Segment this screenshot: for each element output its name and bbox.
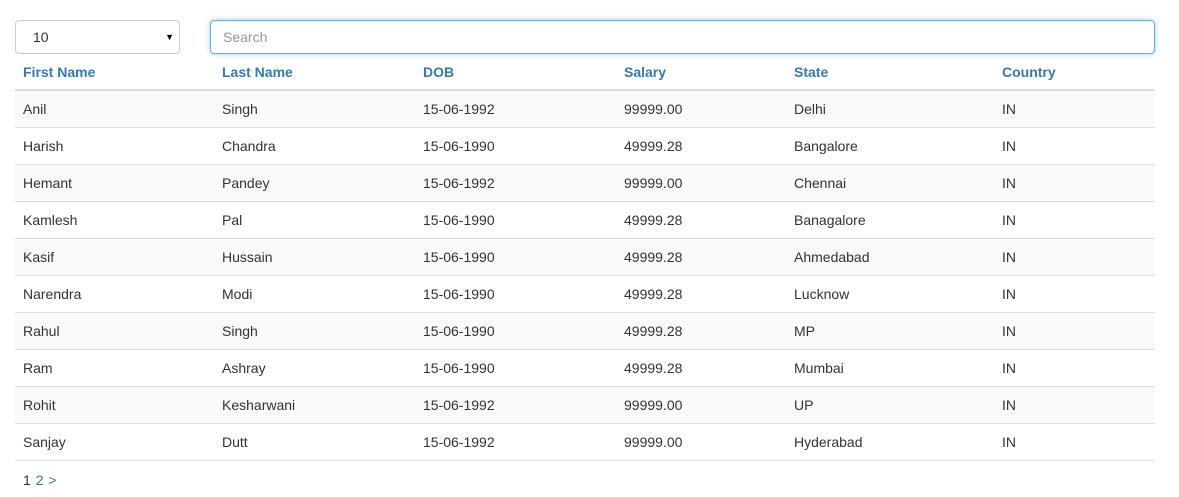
cell-first-name: Ram [15, 349, 214, 387]
cell-dob: 15-06-1990 [415, 201, 616, 239]
cell-salary: 99999.00 [616, 164, 786, 202]
cell-first-name: Sanjay [15, 423, 214, 461]
cell-country: IN [994, 127, 1155, 165]
column-header-first-name[interactable]: First Name [15, 54, 214, 91]
cell-first-name: Narendra [15, 275, 214, 313]
cell-salary: 49999.28 [616, 201, 786, 239]
cell-last-name: Kesharwani [214, 386, 415, 424]
cell-state: Chennai [786, 164, 994, 202]
cell-dob: 15-06-1992 [415, 386, 616, 424]
cell-state: Delhi [786, 89, 994, 128]
pagination: 1 2 > [23, 472, 58, 488]
cell-first-name: Rahul [15, 312, 214, 350]
cell-dob: 15-06-1990 [415, 127, 616, 165]
cell-country: IN [994, 238, 1155, 276]
page-size-value: 10 [33, 29, 49, 45]
page-size-select[interactable]: 10 ▼ [15, 20, 180, 54]
cell-country: IN [994, 386, 1155, 424]
cell-last-name: Chandra [214, 127, 415, 165]
cell-first-name: Harish [15, 127, 214, 165]
cell-first-name: Kasif [15, 238, 214, 276]
header-row: First Name Last Name DOB Salary State Co… [15, 54, 1155, 91]
cell-dob: 15-06-1990 [415, 275, 616, 313]
table-row: Narendra Modi 15-06-1990 49999.28 Luckno… [15, 275, 1155, 313]
cell-first-name: Anil [15, 89, 214, 128]
cell-state: Ahmedabad [786, 238, 994, 276]
cell-last-name: Pal [214, 201, 415, 239]
cell-salary: 99999.00 [616, 386, 786, 424]
column-header-country[interactable]: Country [994, 54, 1155, 91]
search-input[interactable] [210, 20, 1155, 54]
cell-last-name: Modi [214, 275, 415, 313]
cell-last-name: Singh [214, 312, 415, 350]
cell-state: Mumbai [786, 349, 994, 387]
table-row: Kamlesh Pal 15-06-1990 49999.28 Banagalo… [15, 201, 1155, 239]
cell-country: IN [994, 275, 1155, 313]
caret-down-icon: ▼ [165, 32, 174, 42]
next-page-link[interactable]: > [48, 472, 56, 488]
cell-last-name: Pandey [214, 164, 415, 202]
table-row: Kasif Hussain 15-06-1990 49999.28 Ahmeda… [15, 238, 1155, 276]
cell-first-name: Rohit [15, 386, 214, 424]
cell-state: Bangalore [786, 127, 994, 165]
table-row: Harish Chandra 15-06-1990 49999.28 Banga… [15, 127, 1155, 165]
cell-country: IN [994, 164, 1155, 202]
cell-salary: 49999.28 [616, 312, 786, 350]
cell-salary: 49999.28 [616, 275, 786, 313]
page-current: 1 [23, 472, 31, 488]
cell-country: IN [994, 201, 1155, 239]
cell-salary: 49999.28 [616, 238, 786, 276]
column-header-salary[interactable]: Salary [616, 54, 786, 91]
table-row: Anil Singh 15-06-1992 99999.00 Delhi IN [15, 89, 1155, 128]
cell-salary: 99999.00 [616, 89, 786, 128]
table-row: Hemant Pandey 15-06-1992 99999.00 Chenna… [15, 164, 1155, 202]
cell-salary: 49999.28 [616, 349, 786, 387]
data-grid: 10 ▼ First Name Last Name DOB Salary Sta… [15, 20, 1155, 461]
page-link-2[interactable]: 2 [36, 472, 44, 488]
cell-dob: 15-06-1992 [415, 164, 616, 202]
cell-dob: 15-06-1990 [415, 312, 616, 350]
cell-dob: 15-06-1992 [415, 423, 616, 461]
cell-state: Hyderabad [786, 423, 994, 461]
table-row: Sanjay Dutt 15-06-1992 99999.00 Hyderaba… [15, 423, 1155, 461]
cell-dob: 15-06-1990 [415, 238, 616, 276]
cell-state: Lucknow [786, 275, 994, 313]
cell-country: IN [994, 423, 1155, 461]
cell-salary: 49999.28 [616, 127, 786, 165]
column-header-state[interactable]: State [786, 54, 994, 91]
cell-country: IN [994, 312, 1155, 350]
cell-last-name: Hussain [214, 238, 415, 276]
cell-country: IN [994, 349, 1155, 387]
cell-country: IN [994, 89, 1155, 128]
employee-table: First Name Last Name DOB Salary State Co… [15, 54, 1155, 461]
cell-last-name: Ashray [214, 349, 415, 387]
cell-state: Banagalore [786, 201, 994, 239]
cell-last-name: Singh [214, 89, 415, 128]
cell-first-name: Kamlesh [15, 201, 214, 239]
table-row: Ram Ashray 15-06-1990 49999.28 Mumbai IN [15, 349, 1155, 387]
cell-dob: 15-06-1992 [415, 89, 616, 128]
cell-dob: 15-06-1990 [415, 349, 616, 387]
grid-controls: 10 ▼ [15, 20, 1155, 54]
cell-first-name: Hemant [15, 164, 214, 202]
cell-last-name: Dutt [214, 423, 415, 461]
table-row: Rohit Kesharwani 15-06-1992 99999.00 UP … [15, 386, 1155, 424]
column-header-dob[interactable]: DOB [415, 54, 616, 91]
cell-state: UP [786, 386, 994, 424]
cell-salary: 99999.00 [616, 423, 786, 461]
column-header-last-name[interactable]: Last Name [214, 54, 415, 91]
cell-state: MP [786, 312, 994, 350]
table-row: Rahul Singh 15-06-1990 49999.28 MP IN [15, 312, 1155, 350]
